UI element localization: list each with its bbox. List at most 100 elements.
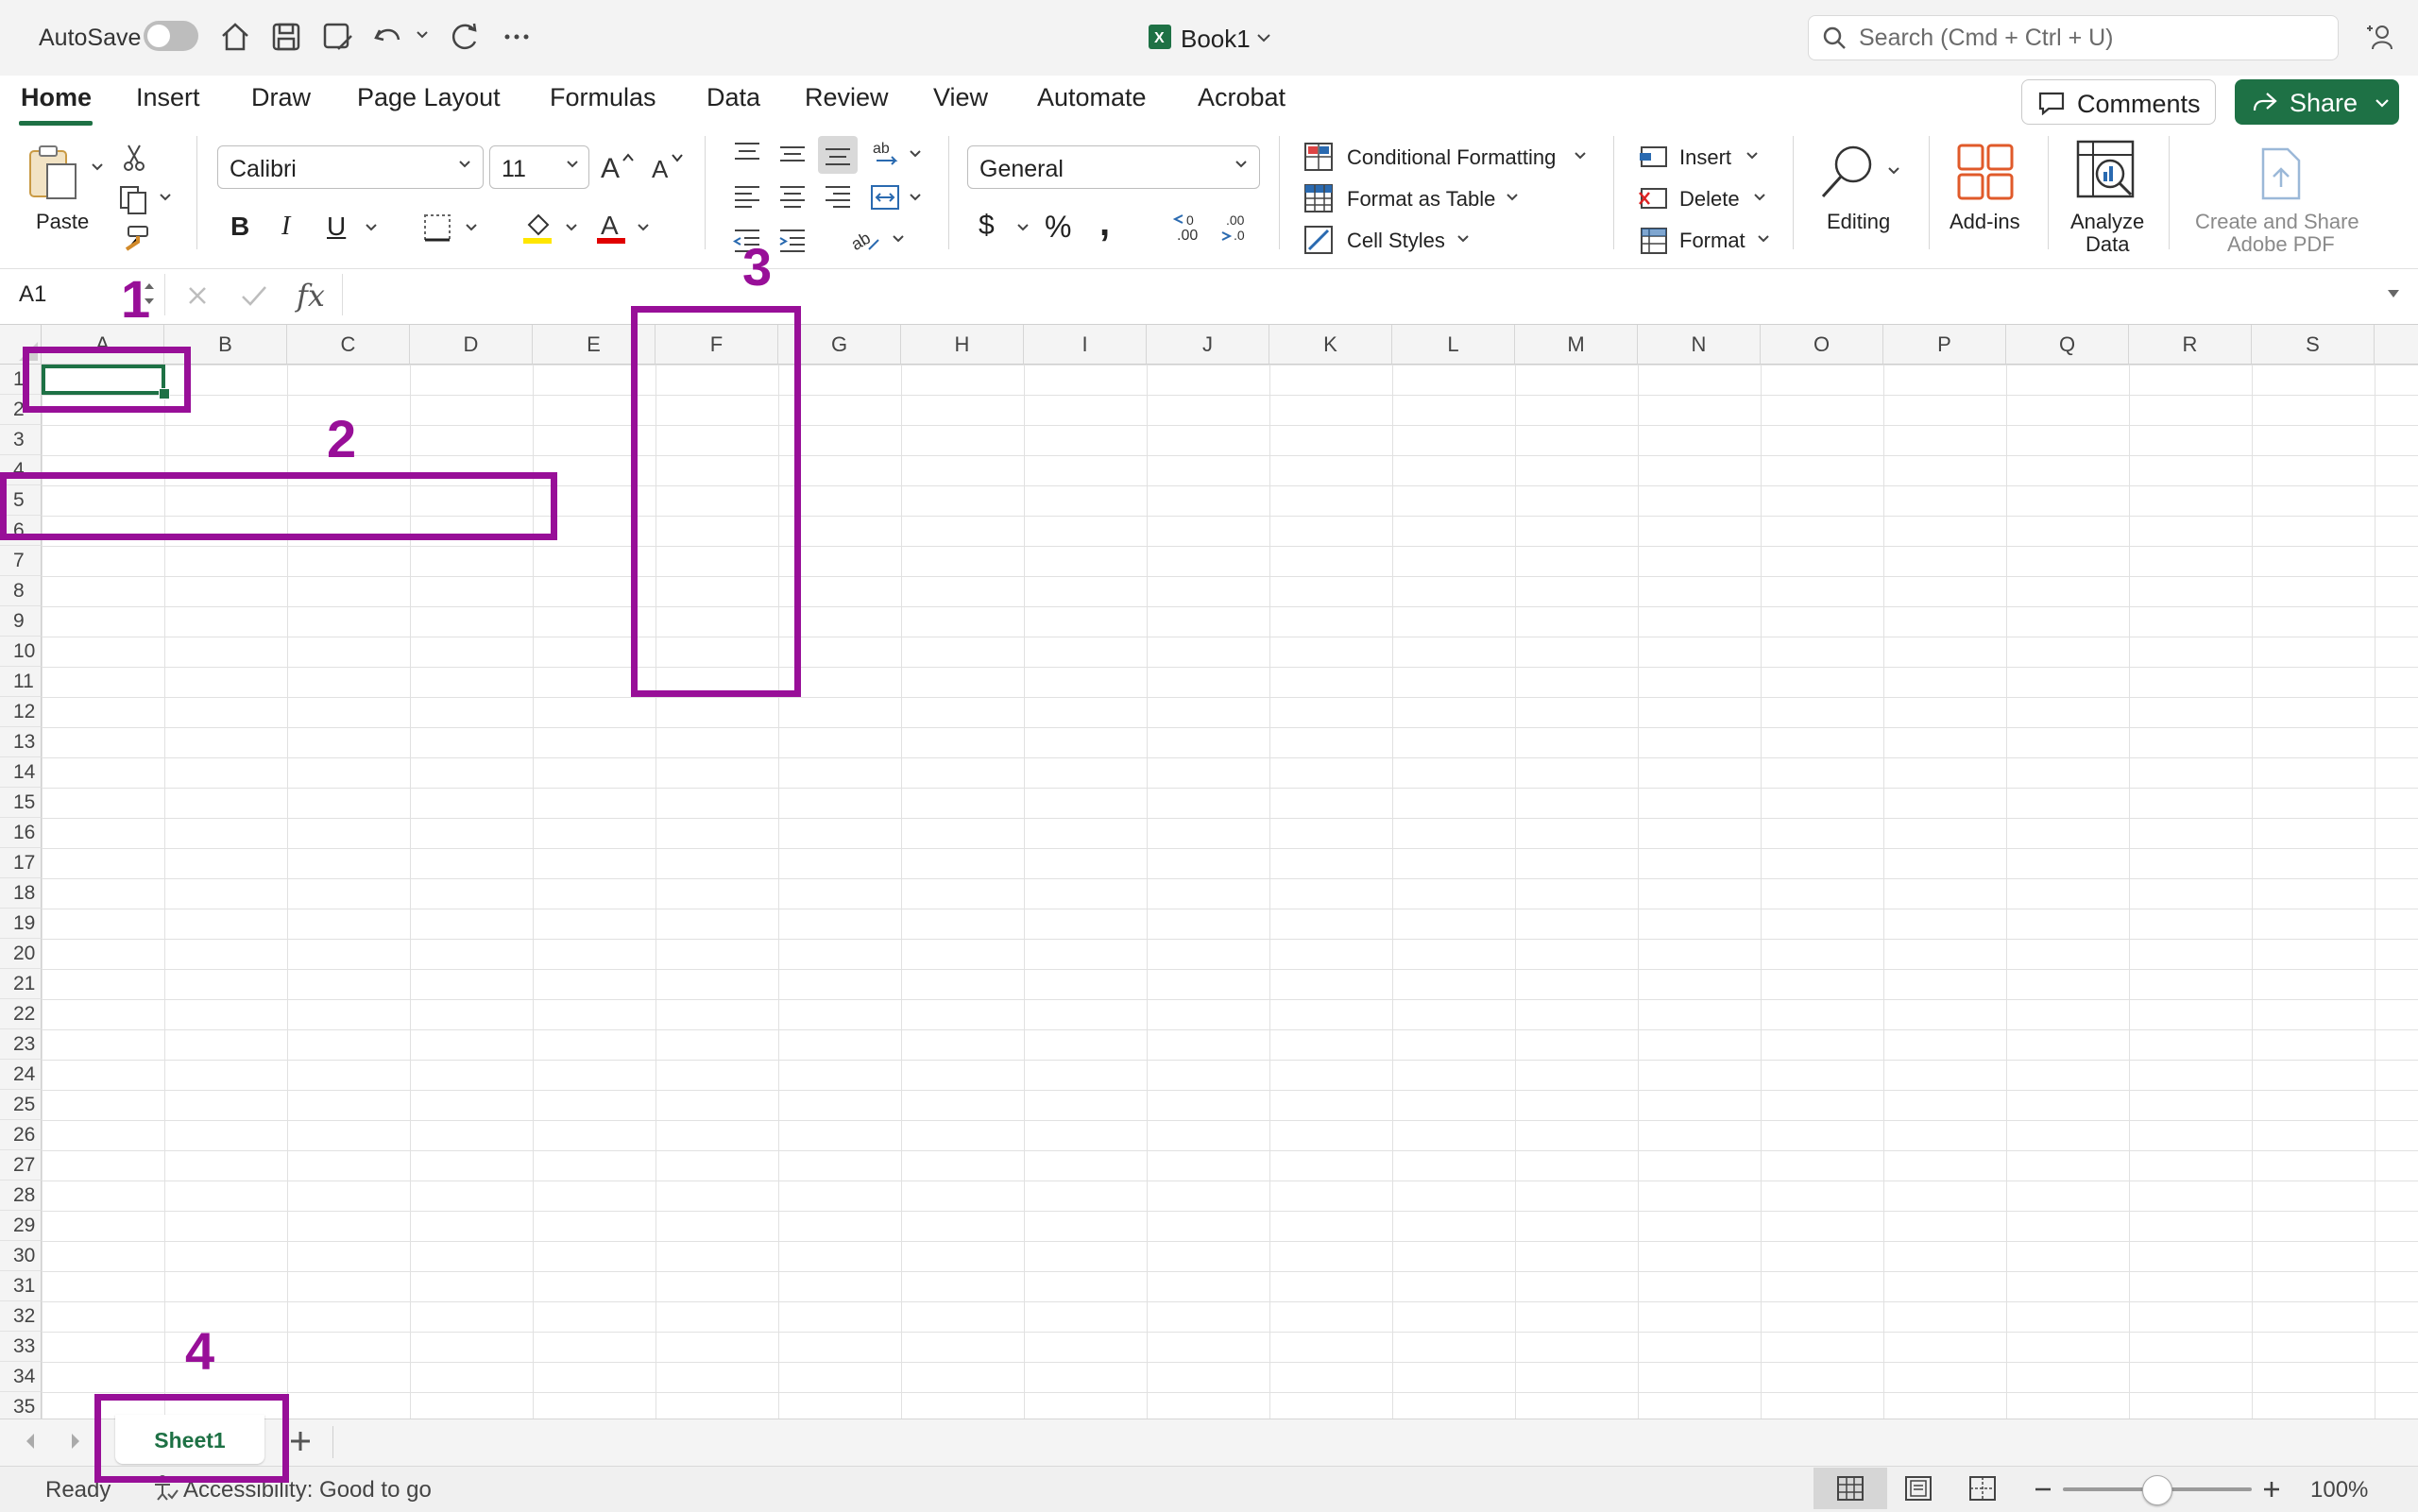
percent-button[interactable]: % <box>1045 210 1071 245</box>
row-header-29[interactable]: 29 <box>0 1211 42 1241</box>
align-bottom-icon[interactable] <box>818 136 858 174</box>
zoom-slider-thumb[interactable] <box>2142 1475 2172 1505</box>
conditional-formatting-label[interactable]: Conditional Formatting <box>1347 145 1556 170</box>
zoom-in-icon[interactable] <box>2261 1479 2282 1500</box>
font-name-dropdown[interactable]: Calibri <box>217 145 484 189</box>
insert-cells-label[interactable]: Insert <box>1679 145 1731 170</box>
page-break-view-icon[interactable] <box>1968 1475 1997 1502</box>
column-header-s[interactable]: S <box>2252 325 2375 365</box>
row-header-12[interactable]: 12 <box>0 697 42 727</box>
scroll-sheets-right-icon[interactable] <box>68 1432 83 1451</box>
cell-styles-icon[interactable] <box>1303 225 1334 255</box>
zoom-level[interactable]: 100% <box>2310 1477 2368 1504</box>
merge-dropdown-icon[interactable] <box>909 193 922 202</box>
format-cells-label[interactable]: Format <box>1679 229 1745 253</box>
insert-cells-dropdown-icon[interactable] <box>1745 151 1759 161</box>
document-title[interactable]: Book1 <box>1181 25 1251 54</box>
analyze-data-icon[interactable] <box>2076 140 2138 200</box>
row-header-25[interactable]: 25 <box>0 1090 42 1120</box>
row-header-8[interactable]: 8 <box>0 576 42 606</box>
row-header-11[interactable]: 11 <box>0 667 42 697</box>
row-header-28[interactable]: 28 <box>0 1181 42 1211</box>
row-header-19[interactable]: 19 <box>0 909 42 939</box>
format-painter-icon[interactable] <box>119 223 151 255</box>
text-orientation-icon[interactable]: ab <box>871 138 903 170</box>
redo-icon[interactable] <box>446 19 482 55</box>
column-header-n[interactable]: N <box>1638 325 1761 365</box>
row-header-14[interactable]: 14 <box>0 757 42 788</box>
align-right-icon[interactable] <box>822 181 854 213</box>
tab-page-layout[interactable]: Page Layout <box>357 83 501 112</box>
decrease-decimal-icon[interactable]: .00.0 <box>1218 210 1256 244</box>
save-as-icon[interactable] <box>319 19 355 55</box>
scroll-sheets-left-icon[interactable] <box>23 1432 38 1451</box>
orientation-dropdown-icon[interactable] <box>909 149 922 159</box>
delete-cells-icon[interactable] <box>1638 183 1668 213</box>
expand-formula-bar-icon[interactable] <box>2386 287 2401 300</box>
row-header-20[interactable]: 20 <box>0 939 42 969</box>
borders-icon[interactable] <box>421 212 453 244</box>
align-middle-icon[interactable] <box>776 138 809 170</box>
column-header-k[interactable]: K <box>1269 325 1392 365</box>
column-header-j[interactable]: J <box>1147 325 1269 365</box>
row-header-10[interactable]: 10 <box>0 637 42 667</box>
tab-formulas[interactable]: Formulas <box>550 83 656 112</box>
row-header-32[interactable]: 32 <box>0 1301 42 1332</box>
cancel-entry-icon[interactable] <box>185 283 210 308</box>
row-header-34[interactable]: 34 <box>0 1362 42 1392</box>
tab-data[interactable]: Data <box>707 83 760 112</box>
insert-function-button[interactable]: fx <box>297 278 325 314</box>
editing-search-icon[interactable] <box>1817 142 1878 202</box>
row-header-30[interactable]: 30 <box>0 1241 42 1271</box>
borders-dropdown-icon[interactable] <box>465 223 478 232</box>
row-header-7[interactable]: 7 <box>0 546 42 576</box>
merge-center-icon[interactable] <box>869 181 901 213</box>
tab-acrobat[interactable]: Acrobat <box>1198 83 1286 112</box>
decrease-font-size-icon[interactable]: A <box>650 149 688 181</box>
cell-styles-dropdown-icon[interactable] <box>1456 234 1470 244</box>
delete-cells-label[interactable]: Delete <box>1679 187 1740 212</box>
editing-dropdown-icon[interactable] <box>1887 166 1900 176</box>
column-header-p[interactable]: P <box>1883 325 2006 365</box>
column-header-r[interactable]: R <box>2129 325 2252 365</box>
fill-color-dropdown-icon[interactable] <box>565 223 578 232</box>
add-ins-icon[interactable] <box>1957 144 2014 200</box>
row-header-31[interactable]: 31 <box>0 1271 42 1301</box>
font-size-dropdown[interactable]: 11 <box>489 145 589 189</box>
row-header-33[interactable]: 33 <box>0 1332 42 1362</box>
format-cells-dropdown-icon[interactable] <box>1757 234 1770 244</box>
column-header-d[interactable]: D <box>410 325 533 365</box>
font-color-icon[interactable]: A <box>595 210 627 244</box>
wrap-text-icon[interactable]: ab <box>850 223 882 255</box>
create-pdf-icon[interactable] <box>2257 145 2305 202</box>
conditional-formatting-icon[interactable] <box>1303 142 1334 172</box>
title-chevron-icon[interactable] <box>1256 32 1271 43</box>
row-header-24[interactable]: 24 <box>0 1060 42 1090</box>
comments-button[interactable]: Comments <box>2021 79 2216 125</box>
format-cells-icon[interactable] <box>1638 225 1668 255</box>
italic-button[interactable]: I <box>281 212 290 242</box>
undo-dropdown-icon[interactable] <box>416 30 429 40</box>
align-center-icon[interactable] <box>776 181 809 213</box>
undo-icon[interactable] <box>370 19 406 55</box>
format-as-table-icon[interactable] <box>1303 183 1334 213</box>
underline-dropdown-icon[interactable] <box>365 223 378 232</box>
font-color-dropdown-icon[interactable] <box>637 223 650 232</box>
insert-cells-icon[interactable] <box>1638 142 1668 172</box>
cell-styles-label[interactable]: Cell Styles <box>1347 229 1445 253</box>
increase-font-size-icon[interactable]: A <box>599 149 637 181</box>
column-header-q[interactable]: Q <box>2006 325 2129 365</box>
tab-draw[interactable]: Draw <box>251 83 311 112</box>
format-as-table-label[interactable]: Format as Table <box>1347 187 1495 212</box>
more-options-icon[interactable] <box>499 19 535 55</box>
account-icon[interactable] <box>2363 21 2397 55</box>
column-header-m[interactable]: M <box>1515 325 1638 365</box>
row-header-9[interactable]: 9 <box>0 606 42 637</box>
home-icon[interactable] <box>217 19 253 55</box>
paste-icon[interactable] <box>26 142 83 204</box>
bold-button[interactable]: B <box>230 212 249 242</box>
share-button[interactable]: Share <box>2235 79 2399 125</box>
conditional-formatting-dropdown-icon[interactable] <box>1574 151 1587 161</box>
normal-view-button[interactable] <box>1814 1468 1887 1509</box>
copy-dropdown-icon[interactable] <box>159 193 172 202</box>
